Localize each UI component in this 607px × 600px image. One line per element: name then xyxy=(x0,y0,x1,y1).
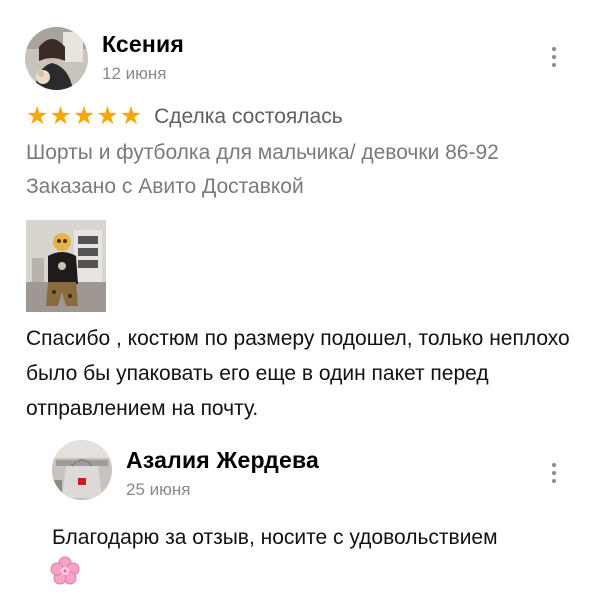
seller-avatar[interactable] xyxy=(52,440,112,500)
star-icon: ★ xyxy=(96,102,119,130)
deal-status: Сделка состоялась xyxy=(154,104,343,128)
cherry-blossom-icon xyxy=(50,556,80,591)
review-screen: Ксения 12 июня ★ ★ ★ ★ ★ Сделка состояла… xyxy=(0,0,607,600)
star-icon: ★ xyxy=(26,102,49,130)
star-icon: ★ xyxy=(119,102,143,130)
star-icon: ★ xyxy=(72,102,96,130)
rating-line: ★ ★ ★ ★ ★ Сделка состоялась xyxy=(26,104,343,129)
review-photo-thumbnail[interactable] xyxy=(26,220,106,312)
reply-more-icon[interactable] xyxy=(544,458,564,488)
review-date: 12 июня xyxy=(102,64,167,83)
reviewer-avatar[interactable] xyxy=(25,27,88,90)
item-title[interactable]: Шорты и футболка для мальчика/ девочки 8… xyxy=(26,141,499,165)
reply-date: 25 июня xyxy=(126,480,191,499)
star-icon: ★ xyxy=(49,102,72,130)
reply-text: Благодарю за отзыв, носите с удовольстви… xyxy=(52,526,498,549)
delivery-note: Заказано с Авито Доставкой xyxy=(26,175,304,198)
review-text: Спасибо , костюм по размеру подошел, тол… xyxy=(26,327,570,420)
review-more-icon[interactable] xyxy=(544,42,564,72)
seller-name[interactable]: Азалия Жердева xyxy=(126,447,319,474)
reviewer-name[interactable]: Ксения xyxy=(102,31,184,58)
rating-stars: ★ ★ ★ ★ ★ xyxy=(26,104,142,129)
